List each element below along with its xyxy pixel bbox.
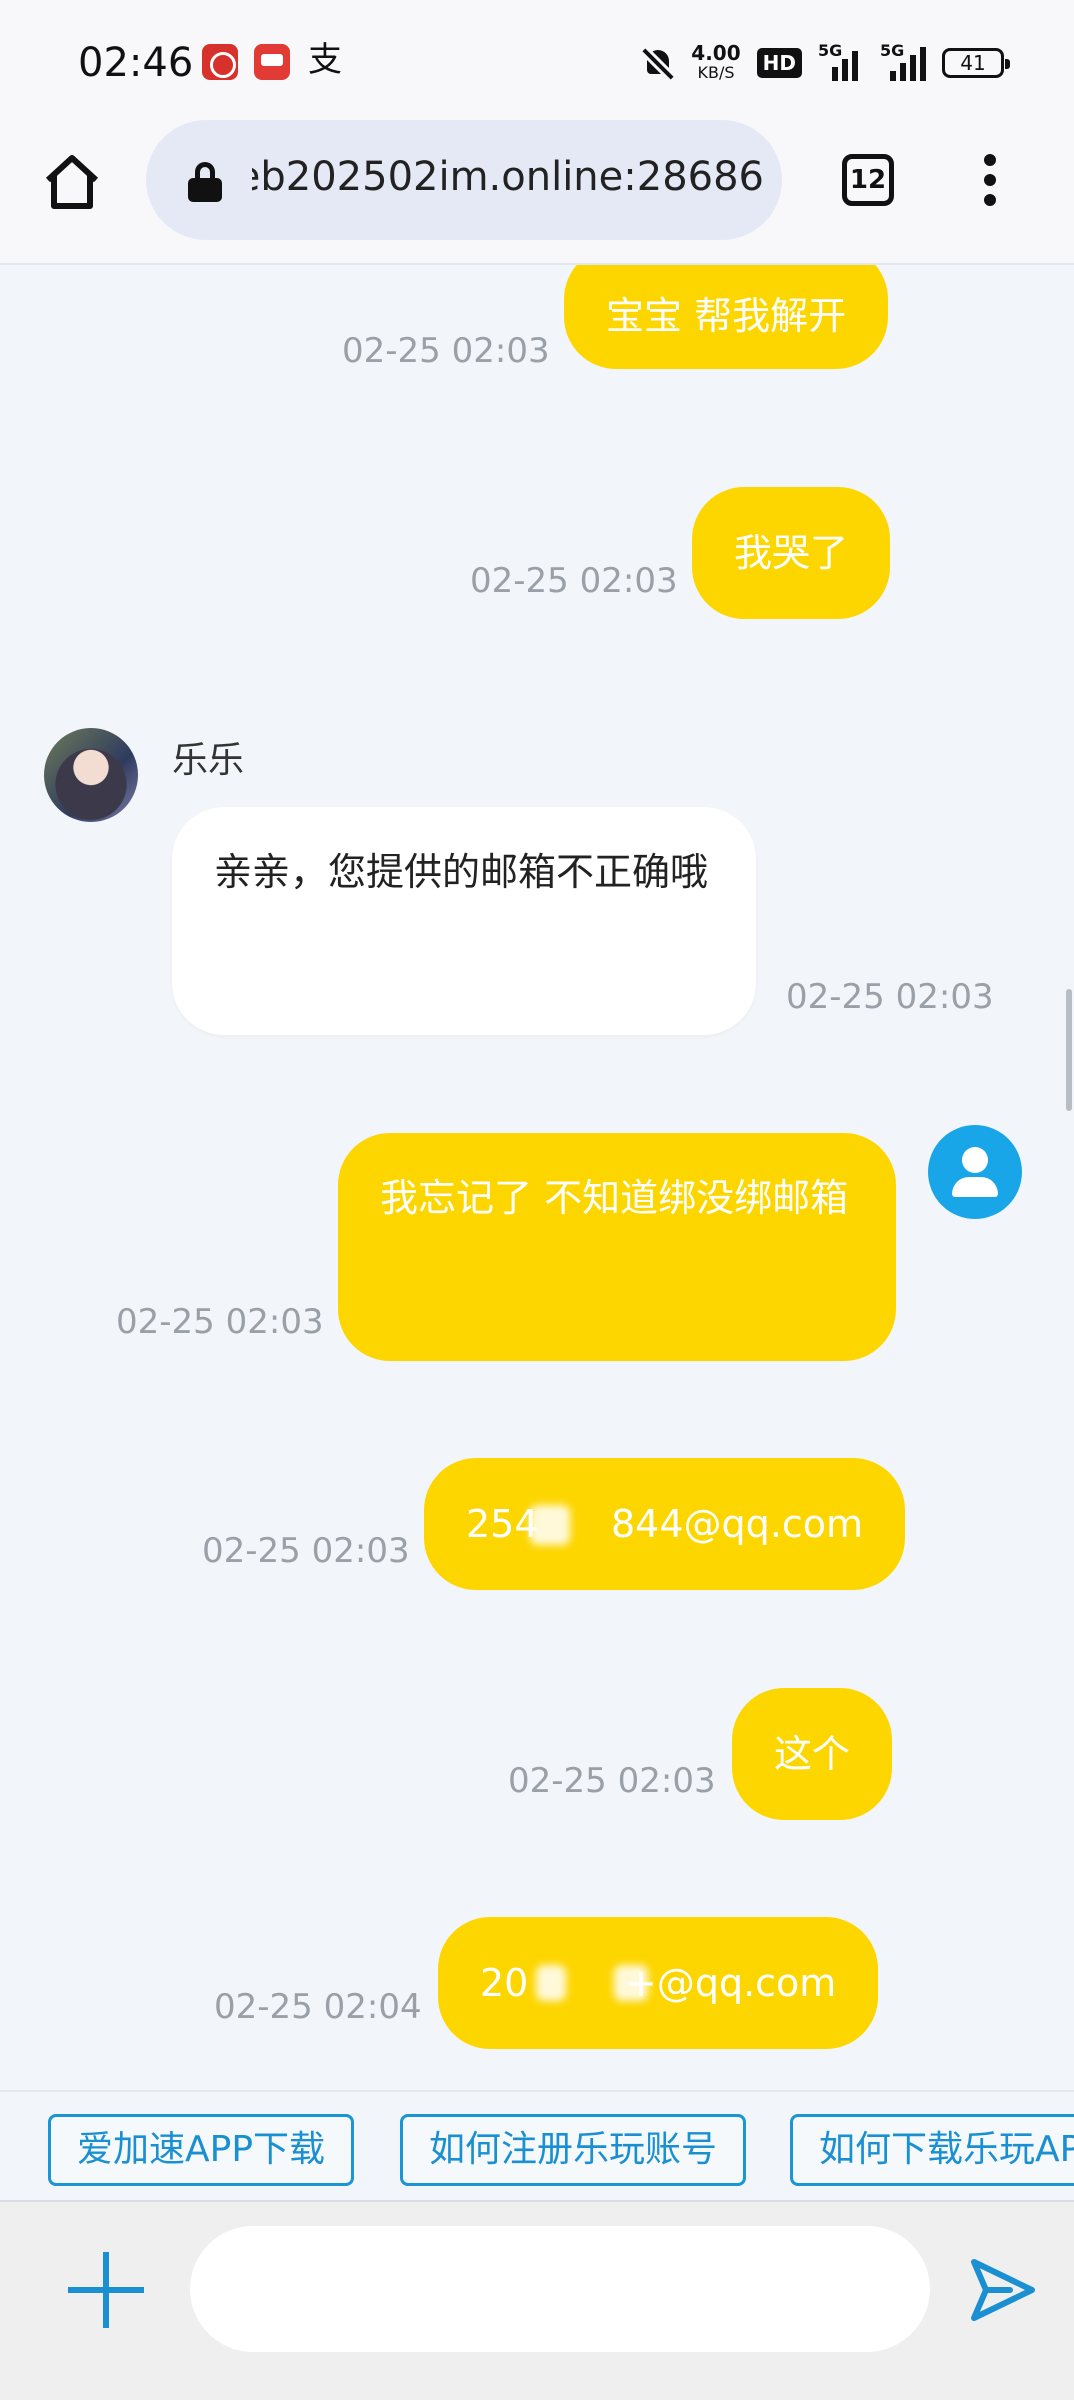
more-menu-button[interactable]	[972, 150, 1008, 210]
scrollbar[interactable]	[1066, 989, 1072, 1111]
signal-label-1: 5G	[818, 41, 843, 60]
payment-app-icon	[254, 44, 290, 80]
message-timestamp: 02-25 02:03	[202, 1531, 410, 1571]
status-bar: 02:46 支 4.00 KB/S HD 5G 5G 41	[0, 0, 1074, 120]
message-bubble-mine: 254 844@qq.com	[424, 1458, 906, 1590]
quick-reply-chip[interactable]: 爱加速APP下载	[48, 2114, 355, 2186]
avatar[interactable]	[928, 1125, 1022, 1219]
message-timestamp: 02-25 02:03	[786, 977, 994, 1017]
quick-reply-bar: 爱加速APP下载 如何注册乐玩账号 如何下载乐玩APP	[0, 2090, 1074, 2202]
message-timestamp: 02-25 02:03	[342, 331, 550, 371]
message-bubble-other: 亲亲，您提供的邮箱不正确哦	[172, 807, 756, 1035]
send-icon	[971, 2259, 1035, 2321]
browser-toolbar: eb202502im.online:28686 12	[0, 120, 1074, 265]
message-bubble-mine: 我忘记了 不知道绑没绑邮箱	[338, 1133, 896, 1361]
quick-reply-chip[interactable]: 如何下载乐玩APP	[790, 2114, 1074, 2186]
sender-name: 乐乐	[172, 740, 245, 781]
message-text: 254 844@qq.com	[466, 1502, 864, 1546]
signal-label-2: 5G	[880, 41, 905, 60]
message-text: 宝宝 帮我解开	[606, 294, 847, 338]
message-text: 我忘记了 不知道绑没绑邮箱	[380, 1176, 849, 1220]
bank-app-icon	[202, 44, 238, 80]
signal-icon: 5G	[818, 41, 864, 81]
quick-reply-chip[interactable]: 如何注册乐玩账号	[400, 2114, 747, 2186]
message-bubble-mine: 这个	[732, 1688, 893, 1820]
url-text: eb202502im.online:28686	[252, 154, 764, 200]
message-text: 20 +@qq.com	[480, 1961, 837, 2005]
message-input[interactable]	[190, 2226, 930, 2352]
message-bubble-mine: 我哭了	[692, 487, 891, 619]
plus-icon[interactable]	[68, 2252, 144, 2328]
status-indicators: 4.00 KB/S HD 5G 5G 41	[641, 38, 1010, 88]
message-timestamp: 02-25 02:04	[214, 1987, 422, 2027]
avatar[interactable]	[44, 728, 138, 822]
bell-off-icon	[641, 46, 675, 80]
redaction-mark	[536, 1965, 566, 2001]
message-text: 我哭了	[734, 531, 849, 575]
send-button[interactable]	[966, 2254, 1038, 2326]
message-text: 这个	[774, 1732, 851, 1776]
message-bubble-mine: 20 +@qq.com	[438, 1917, 879, 2049]
message-bubble-mine: 宝宝 帮我解开	[564, 265, 889, 369]
tabs-button[interactable]: 12	[842, 154, 894, 206]
url-bar[interactable]: eb202502im.online:28686	[146, 120, 782, 240]
message-timestamp: 02-25 02:03	[470, 561, 678, 601]
hd-icon: HD	[756, 48, 802, 78]
message-input-bar	[0, 2202, 1074, 2400]
message-timestamp: 02-25 02:03	[508, 1761, 716, 1801]
message-timestamp: 02-25 02:03	[116, 1302, 324, 1342]
home-button[interactable]	[40, 150, 104, 214]
message-text: 亲亲，您提供的邮箱不正确哦	[214, 850, 709, 894]
lock-icon	[188, 162, 222, 202]
alipay-icon: 支	[308, 40, 342, 80]
chat-messages[interactable]: 宝宝 帮我解开 02-25 02:03 我哭了 02-25 02:03 乐乐 亲…	[0, 265, 1074, 2090]
signal-icon: 5G	[880, 41, 926, 81]
network-speed: 4.00 KB/S	[691, 43, 740, 83]
redaction-mark	[530, 1505, 570, 1545]
battery-icon: 41	[942, 48, 1010, 78]
network-speed-unit: KB/S	[697, 63, 735, 82]
network-speed-value: 4.00	[691, 41, 741, 65]
status-time: 02:46	[78, 40, 194, 86]
home-icon	[45, 155, 99, 209]
redaction-mark	[614, 1965, 648, 2001]
